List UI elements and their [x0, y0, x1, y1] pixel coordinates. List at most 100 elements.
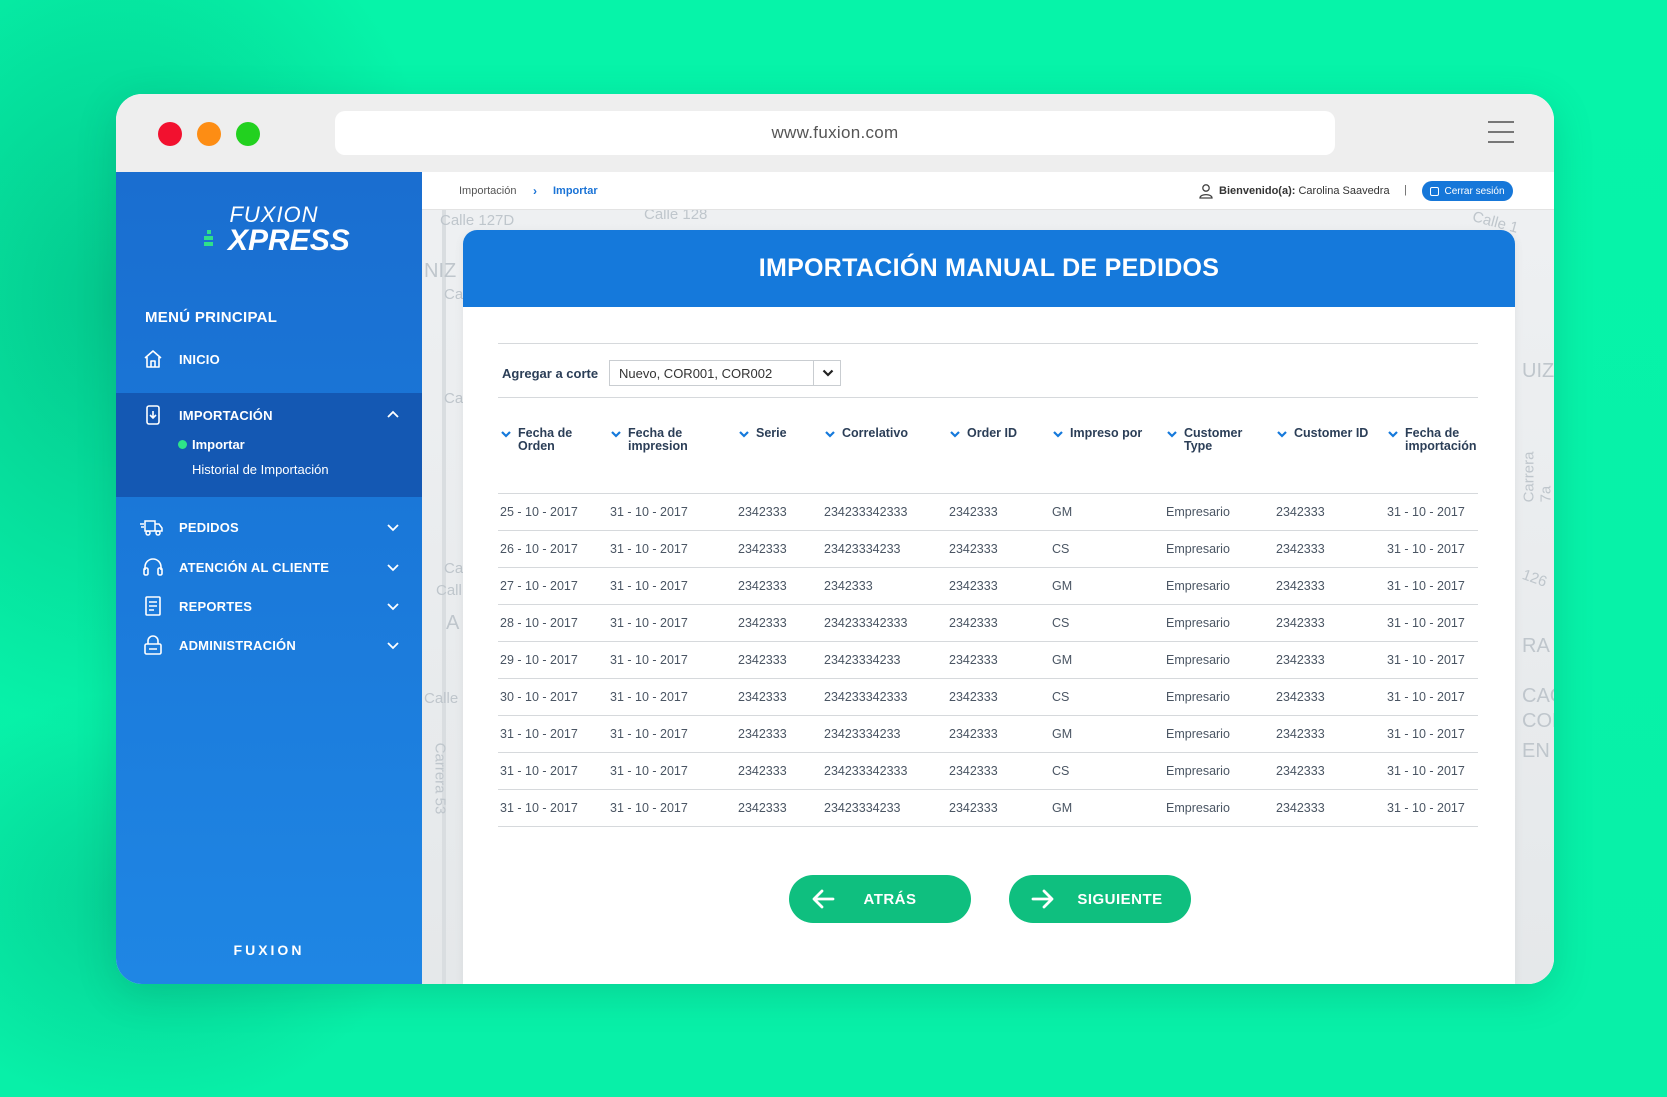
table-cell: CS — [1050, 678, 1164, 716]
sort-chevron-icon — [611, 431, 621, 438]
table-cell: 2342333 — [1274, 567, 1385, 605]
close-window-button[interactable] — [158, 122, 182, 146]
column-header[interactable]: Customer Type — [1164, 427, 1274, 494]
headset-icon — [143, 558, 163, 576]
table-cell: 2342333 — [947, 715, 1050, 753]
column-header[interactable]: Fecha de impresion — [608, 426, 736, 494]
table-cell: 23423334233 — [822, 789, 947, 827]
sidebar-item-atencion-al-cliente[interactable]: ATENCIÓN AL CLIENTE — [116, 548, 422, 586]
sidebar: FUXION XPRESS MENÚ PRINCIPAL INICIO IMPO… — [116, 172, 422, 984]
chevron-down-icon — [387, 642, 399, 650]
topbar-separator: | — [1404, 184, 1407, 196]
divider — [498, 397, 1478, 398]
table-cell: Empresario — [1164, 789, 1274, 827]
column-header-label: Fecha de Orden — [518, 426, 573, 453]
table-cell: Empresario — [1164, 567, 1274, 605]
url-text: www.fuxion.com — [771, 123, 899, 142]
table-cell: 31 - 10 - 2017 — [1385, 641, 1478, 679]
map-label: NIZ — [424, 260, 457, 282]
table-cell: 31 - 10 - 2017 — [608, 604, 736, 642]
corte-select-value: Nuevo, COR001, COR002 — [619, 366, 773, 381]
table-cell: 31 - 10 - 2017 — [1385, 752, 1478, 790]
table-header-row: Fecha de Orden Fecha de impresion Serie Cor… — [498, 426, 1478, 494]
table-cell: 2342333 — [1274, 789, 1385, 827]
table-cell: 31 - 10 - 2017 — [1385, 530, 1478, 568]
column-header[interactable]: Customer ID — [1274, 426, 1385, 494]
table-cell: 31 - 10 - 2017 — [1385, 678, 1478, 716]
sidebar-subitem-historial[interactable]: Historial de Importación — [192, 462, 329, 477]
sidebar-item-reportes[interactable]: REPORTES — [116, 587, 422, 625]
truck-icon — [140, 520, 163, 536]
table-cell: 234233342333 — [822, 752, 947, 790]
map-label: UIZ — [1522, 360, 1554, 382]
sidebar-item-label: PEDIDOS — [179, 519, 239, 535]
table-cell: 2342333 — [947, 567, 1050, 605]
table-cell: Empresario — [1164, 493, 1274, 531]
table-row[interactable]: 31 - 10 - 2017 31 - 10 - 2017 2342333 23423… — [498, 789, 1478, 827]
browser-chrome: www.fuxion.com — [116, 94, 1554, 172]
sidebar-subitem-importar[interactable]: Importar — [192, 437, 245, 452]
table-cell: 2342333 — [1274, 678, 1385, 716]
sidebar-item-administracion[interactable]: ADMINISTRACIÓN — [116, 626, 422, 664]
map-label: Call — [436, 582, 462, 599]
table-cell: GM — [1050, 493, 1164, 531]
table-cell: 2342333 — [736, 530, 822, 568]
map-label: A — [446, 612, 460, 634]
table-cell: 2342333 — [1274, 752, 1385, 790]
table-cell: 2342333 — [947, 678, 1050, 716]
user-icon — [1199, 184, 1213, 199]
chevron-down-icon — [387, 564, 399, 572]
column-header[interactable]: Fecha de Orden — [498, 426, 608, 494]
panel-title: IMPORTACIÓN MANUAL DE PEDIDOS — [463, 230, 1515, 307]
table-row[interactable]: 31 - 10 - 2017 31 - 10 - 2017 2342333 23423… — [498, 752, 1478, 790]
phone-import-icon — [146, 405, 160, 425]
table-row[interactable]: 29 - 10 - 2017 31 - 10 - 2017 2342333 23423… — [498, 641, 1478, 679]
table-cell: 2342333 — [1274, 604, 1385, 642]
breadcrumb-item-importacion[interactable]: Importación — [459, 185, 516, 197]
column-header[interactable]: Serie — [736, 427, 822, 494]
table-row[interactable]: 26 - 10 - 2017 31 - 10 - 2017 2342333 23423… — [498, 530, 1478, 568]
column-header-label: Fecha de impresion — [628, 426, 688, 453]
corte-select[interactable]: Nuevo, COR001, COR002 — [609, 360, 841, 386]
browser-menu-icon[interactable] — [1488, 121, 1514, 143]
minimize-window-button[interactable] — [197, 122, 221, 146]
corte-select-toggle[interactable] — [813, 361, 841, 385]
logout-button[interactable]: Cerrar sesión — [1422, 181, 1513, 201]
table-cell: CS — [1050, 604, 1164, 642]
column-header-label: Correlativo — [842, 426, 908, 440]
sidebar-item-inicio[interactable]: INICIO — [116, 340, 422, 378]
map-label: 126 — [1519, 566, 1550, 591]
column-header[interactable]: Fecha de importación — [1385, 427, 1478, 494]
table-cell: Empresario — [1164, 752, 1274, 790]
table-cell: 2342333 — [1274, 715, 1385, 753]
column-header-label: Impreso por — [1070, 426, 1143, 440]
table-cell: 2342333 — [1274, 641, 1385, 679]
table-row[interactable]: 25 - 10 - 2017 31 - 10 - 2017 2342333 23423… — [498, 493, 1478, 531]
sort-chevron-icon — [1277, 431, 1287, 438]
table-cell: 30 - 10 - 2017 — [498, 678, 608, 716]
chevron-down-icon — [387, 603, 399, 611]
column-header[interactable]: Correlativo — [822, 426, 947, 494]
table-cell: 28 - 10 - 2017 — [498, 604, 608, 642]
table-row[interactable]: 27 - 10 - 2017 31 - 10 - 2017 2342333 23423… — [498, 567, 1478, 605]
table-row[interactable]: 31 - 10 - 2017 31 - 10 - 2017 2342333 23423… — [498, 715, 1478, 753]
table-cell: CS — [1050, 752, 1164, 790]
table-row[interactable]: 30 - 10 - 2017 31 - 10 - 2017 2342333 23423… — [498, 678, 1478, 716]
sidebar-item-importacion[interactable]: IMPORTACIÓN — [116, 396, 422, 434]
table-cell: 31 - 10 - 2017 — [608, 678, 736, 716]
table-cell: 2342333 — [947, 789, 1050, 827]
table-row[interactable]: 28 - 10 - 2017 31 - 10 - 2017 2342333 23423… — [498, 604, 1478, 642]
column-header[interactable]: Order ID — [947, 427, 1050, 494]
column-header[interactable]: Impreso por — [1050, 426, 1164, 494]
address-bar[interactable]: www.fuxion.com — [335, 111, 1335, 155]
maximize-window-button[interactable] — [236, 122, 260, 146]
divider — [498, 343, 1478, 344]
table-cell: 2342333 — [1274, 493, 1385, 531]
table-cell: 29 - 10 - 2017 — [498, 641, 608, 679]
user-name: Carolina Saavedra — [1298, 185, 1390, 197]
column-header-label: Customer ID — [1294, 426, 1369, 440]
sidebar-item-pedidos[interactable]: PEDIDOS — [116, 508, 422, 546]
map-label: Calle — [424, 690, 459, 707]
next-button[interactable]: SIGUIENTE — [1009, 875, 1191, 923]
back-button[interactable]: ATRÁS — [789, 875, 971, 923]
